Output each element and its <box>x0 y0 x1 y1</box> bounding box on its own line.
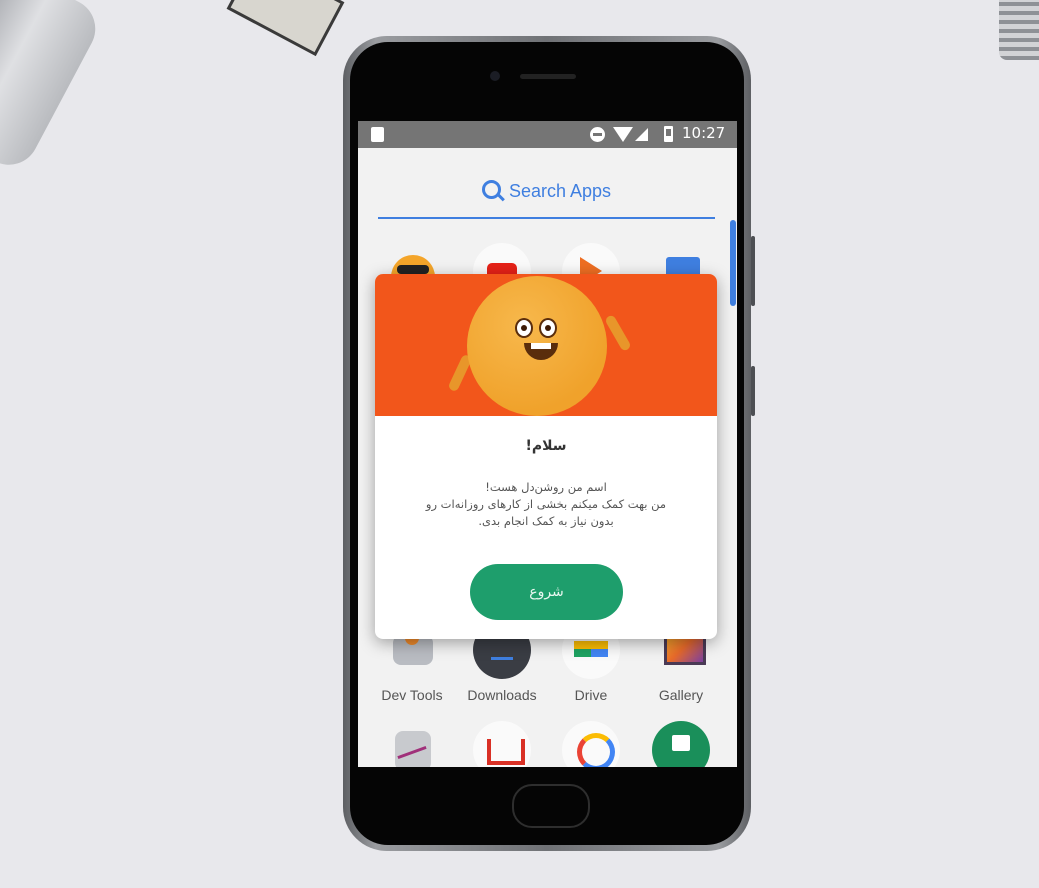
app-label: Dev Tools <box>381 687 443 703</box>
desk-notebook-spiral <box>999 0 1039 60</box>
settings-gear-icon <box>383 721 441 767</box>
front-camera <box>490 71 500 81</box>
app-bottom-1[interactable] <box>372 721 452 767</box>
dialog-banner <box>375 274 717 416</box>
mascot-illustration <box>467 276 607 416</box>
welcome-dialog: سلام! اسم من روشن‌دل هست! من بهت کمک میک… <box>375 274 717 639</box>
app-hangouts[interactable] <box>641 721 721 767</box>
dialog-body-line: من بهت کمک میکنم بخشی از کارهای روزانه‌ا… <box>425 497 667 511</box>
earpiece <box>520 74 576 79</box>
wifi-icon <box>613 127 633 142</box>
app-google[interactable] <box>551 721 631 767</box>
mascot-eye-right <box>539 318 557 338</box>
app-label: Drive <box>574 687 608 703</box>
google-icon <box>562 721 620 767</box>
dialog-body-line: اسم من روشن‌دل هست! <box>485 480 607 494</box>
start-button[interactable]: شروع <box>470 564 623 620</box>
desk-pen <box>0 0 106 176</box>
battery-icon <box>664 126 673 142</box>
signal-icon <box>635 128 648 141</box>
hangouts-icon <box>652 721 710 767</box>
dialog-body-line: بدون نیاز به کمک انجام بدی. <box>478 514 614 528</box>
app-label: Downloads <box>467 687 537 703</box>
search-icon <box>481 179 501 199</box>
sd-card-icon <box>371 127 384 142</box>
mascot-teeth <box>531 343 551 349</box>
mascot-eye-left <box>515 318 533 338</box>
fast-scroll-thumb[interactable] <box>730 220 736 306</box>
search-apps-bar[interactable]: Search Apps <box>378 165 715 219</box>
gmail-icon <box>473 721 531 767</box>
home-button[interactable] <box>512 784 590 828</box>
app-label: Gallery <box>658 687 704 703</box>
desk-card <box>226 0 345 57</box>
status-bar: 10:27 <box>358 121 737 148</box>
mascot-right-arm <box>604 314 632 352</box>
dialog-body: اسم من روشن‌دل هست! من بهت کمک میکنم بخش… <box>395 479 697 530</box>
do-not-disturb-icon <box>590 127 605 142</box>
power-key <box>751 366 755 416</box>
search-apps-placeholder: Search Apps <box>508 180 612 201</box>
app-gmail[interactable] <box>462 721 542 767</box>
dialog-title: سلام! <box>525 438 567 454</box>
volume-key <box>751 236 755 306</box>
status-clock: 10:27 <box>682 124 726 142</box>
